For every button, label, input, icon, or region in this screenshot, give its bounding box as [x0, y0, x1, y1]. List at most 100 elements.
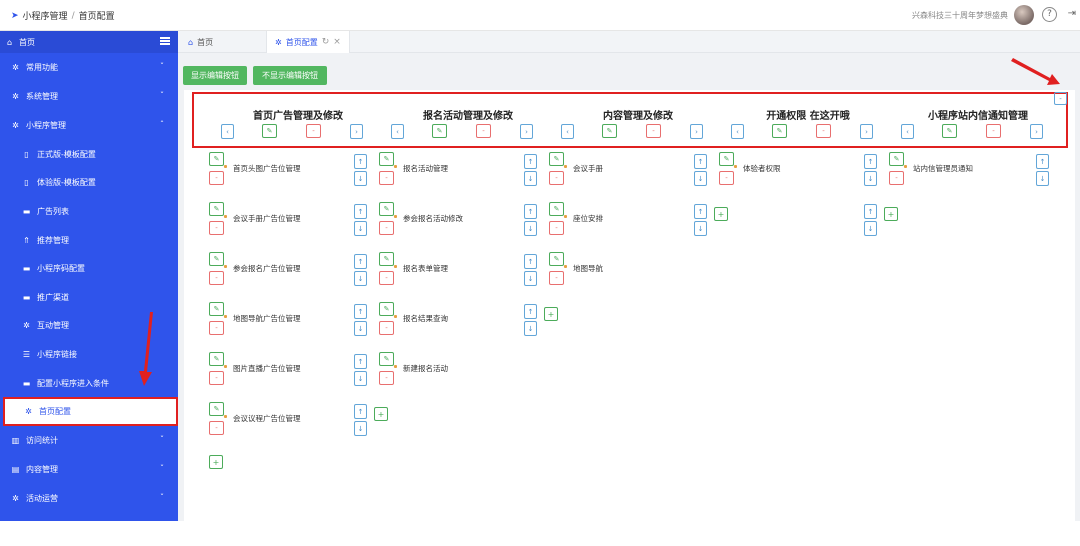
move-up-button[interactable]: ↑	[524, 154, 537, 169]
edit-button[interactable]: ✎	[209, 202, 224, 216]
sidebar-item[interactable]: ▤ 内容管理 ˇ	[0, 455, 178, 484]
delete-button[interactable]: -	[379, 271, 394, 285]
sidebar-subitem[interactable]: ▯ 正式版-模板配置	[0, 140, 178, 169]
edit-button[interactable]: ✎	[549, 152, 564, 166]
delete-button[interactable]: -	[209, 421, 224, 435]
add-button[interactable]: +	[544, 307, 558, 321]
move-up-button[interactable]: ↑	[694, 204, 707, 219]
move-right-button[interactable]: ›	[350, 124, 363, 139]
delete-button[interactable]: -	[379, 221, 394, 235]
sidebar-subitem[interactable]: ▬ 广告列表	[0, 197, 178, 226]
add-button[interactable]: +	[714, 207, 728, 221]
move-left-button[interactable]: ‹	[561, 124, 574, 139]
menu-toggle-icon[interactable]	[160, 37, 170, 45]
edit-button[interactable]: ✎	[209, 302, 224, 316]
delete-button[interactable]: -	[306, 124, 321, 138]
avatar[interactable]	[1014, 5, 1034, 25]
hide-edit-button[interactable]: 不显示编辑按钮	[253, 66, 327, 85]
edit-button[interactable]: ✎	[379, 302, 394, 316]
sidebar-subitem[interactable]: ▬ 推广渠道	[0, 283, 178, 312]
delete-button[interactable]: -	[986, 124, 1001, 138]
tab-homepage-config[interactable]: ✲ 首页配置 ↻ ×	[266, 31, 350, 53]
sidebar-subitem[interactable]: ✲ 互动管理	[0, 312, 178, 341]
edit-button[interactable]: ✎	[772, 124, 787, 138]
edit-button[interactable]: ✎	[379, 252, 394, 266]
sidebar-subitem[interactable]: ✲ 首页配置	[3, 397, 178, 426]
delete-button[interactable]: -	[209, 271, 224, 285]
move-up-button[interactable]: ↑	[354, 154, 367, 169]
move-down-button[interactable]: ↓	[1036, 171, 1049, 186]
edit-button[interactable]: ✎	[602, 124, 617, 138]
delete-button[interactable]: -	[646, 124, 661, 138]
move-up-button[interactable]: ↑	[354, 204, 367, 219]
move-down-button[interactable]: ↓	[354, 321, 367, 336]
move-up-button[interactable]: ↑	[864, 154, 877, 169]
move-down-button[interactable]: ↓	[694, 221, 707, 236]
delete-button[interactable]: -	[549, 171, 564, 185]
sidebar-item[interactable]: ✲ 小程序管理 ˆ	[0, 111, 178, 140]
move-up-button[interactable]: ↑	[354, 404, 367, 419]
move-up-button[interactable]: ↑	[1036, 154, 1049, 169]
move-down-button[interactable]: ↓	[354, 421, 367, 436]
sidebar-subitem[interactable]: ▬ 配置小程序进入条件	[0, 369, 178, 398]
delete-button[interactable]: -	[719, 171, 734, 185]
delete-button[interactable]: -	[549, 221, 564, 235]
delete-button[interactable]: -	[209, 321, 224, 335]
edit-button[interactable]: ✎	[209, 152, 224, 166]
move-up-button[interactable]: ↑	[354, 254, 367, 269]
close-icon[interactable]: ×	[333, 37, 341, 47]
delete-button[interactable]: -	[889, 171, 904, 185]
delete-button[interactable]: -	[379, 321, 394, 335]
sidebar-item[interactable]: ▥ 访问统计 ˇ	[0, 426, 178, 455]
move-left-button[interactable]: ‹	[391, 124, 404, 139]
move-up-button[interactable]: ↑	[524, 204, 537, 219]
sidebar-subitem[interactable]: ⇑ 推荐管理	[0, 226, 178, 255]
delete-button[interactable]: -	[209, 171, 224, 185]
sidebar-subitem[interactable]: ▯ 体验版-模板配置	[0, 169, 178, 198]
move-down-button[interactable]: ↓	[354, 271, 367, 286]
delete-button[interactable]: -	[816, 124, 831, 138]
breadcrumb-parent[interactable]: 小程序管理	[23, 9, 68, 22]
edit-button[interactable]: ✎	[549, 202, 564, 216]
sidebar-home[interactable]: ⌂ 首页	[0, 31, 178, 53]
move-down-button[interactable]: ↓	[524, 271, 537, 286]
move-left-button[interactable]: ‹	[731, 124, 744, 139]
add-button[interactable]: +	[884, 207, 898, 221]
edit-button[interactable]: ✎	[942, 124, 957, 138]
show-edit-button[interactable]: 显示编辑按钮	[183, 66, 247, 85]
delete-button[interactable]: -	[476, 124, 491, 138]
edit-button[interactable]: ✎	[209, 352, 224, 366]
logout-icon[interactable]: ⇥	[1068, 8, 1076, 19]
edit-button[interactable]: ✎	[209, 402, 224, 416]
edit-button[interactable]: ✎	[719, 152, 734, 166]
add-button[interactable]: +	[209, 455, 223, 469]
move-left-button[interactable]: ‹	[221, 124, 234, 139]
move-down-button[interactable]: ↓	[354, 221, 367, 236]
move-down-button[interactable]: ↓	[524, 221, 537, 236]
move-right-button[interactable]: ›	[1030, 124, 1043, 139]
edit-button[interactable]: ✎	[432, 124, 447, 138]
delete-button[interactable]: -	[209, 371, 224, 385]
delete-button[interactable]: -	[379, 371, 394, 385]
sidebar-subitem[interactable]: ▬ 小程序码配置	[0, 254, 178, 283]
delete-button[interactable]: -	[209, 221, 224, 235]
move-down-button[interactable]: ↓	[354, 371, 367, 386]
refresh-icon[interactable]: ↻	[322, 37, 330, 47]
add-button[interactable]: +	[374, 407, 388, 421]
move-up-button[interactable]: ↑	[524, 254, 537, 269]
move-up-button[interactable]: ↑	[354, 354, 367, 369]
sidebar-subitem[interactable]: ☰ 小程序链接	[0, 340, 178, 369]
edit-button[interactable]: ✎	[549, 252, 564, 266]
help-icon[interactable]: ?	[1042, 7, 1057, 22]
move-down-button[interactable]: ↓	[354, 171, 367, 186]
sidebar-item[interactable]: ✲ 系统管理 ˇ	[0, 82, 178, 111]
edit-button[interactable]: ✎	[379, 352, 394, 366]
move-right-button[interactable]: ›	[860, 124, 873, 139]
edit-button[interactable]: ✎	[262, 124, 277, 138]
move-up-button[interactable]: ↑	[354, 304, 367, 319]
delete-button[interactable]: -	[379, 171, 394, 185]
move-down-button[interactable]: ↓	[524, 321, 537, 336]
edit-button[interactable]: ✎	[379, 202, 394, 216]
move-up-button[interactable]: ↑	[864, 204, 877, 219]
move-up-button[interactable]: ↑	[524, 304, 537, 319]
